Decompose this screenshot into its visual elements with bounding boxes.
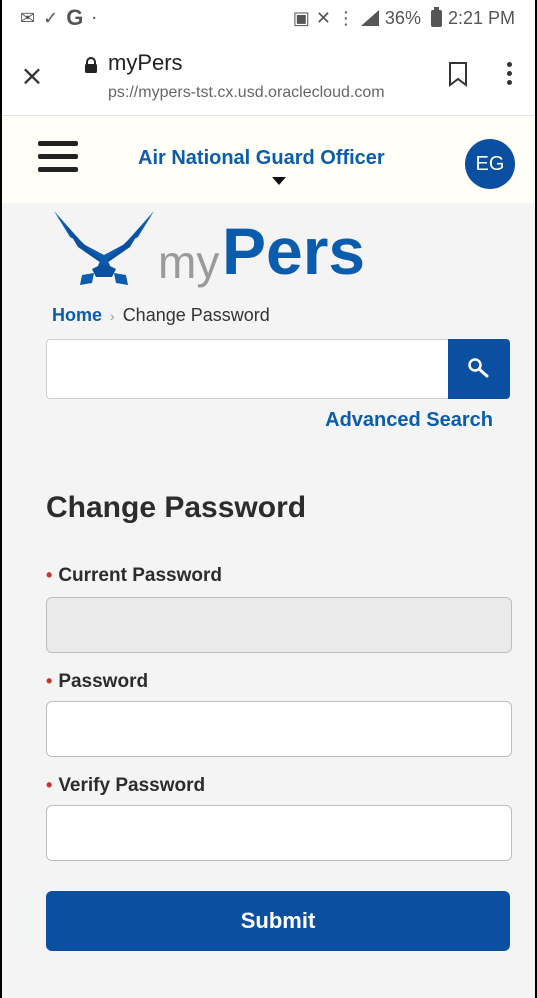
breadcrumb-current: Change Password [122, 305, 270, 325]
lock-screen-icon: ▣ [292, 7, 310, 29]
air-force-wings-icon [54, 211, 154, 285]
required-marker: • [46, 671, 53, 691]
verify-password-label: • Verify Password [46, 775, 205, 797]
page-title: Change Password [46, 491, 307, 524]
required-marker: • [46, 565, 53, 585]
avatar[interactable]: EG [465, 139, 515, 189]
google-icon: G [66, 5, 84, 30]
logo-text-my: my [158, 236, 220, 288]
status-time: 2:21 PM [447, 7, 515, 28]
mypers-logo[interactable]: my Pers [52, 207, 382, 293]
password-label-text: Password [58, 671, 149, 692]
lock-icon [85, 57, 97, 73]
battery-icon [430, 6, 442, 27]
close-icon[interactable]: × [16, 60, 48, 92]
hamburger-menu-icon[interactable] [38, 141, 78, 177]
search-button[interactable] [448, 339, 510, 399]
more-options-icon[interactable] [504, 62, 514, 88]
breadcrumb: Home › Change Password [52, 305, 270, 326]
logo-text-pers: Pers [222, 214, 366, 288]
current-password-label-text: Current Password [58, 565, 222, 586]
browser-page-title: myPers [108, 50, 183, 75]
breadcrumb-home-link[interactable]: Home [52, 305, 102, 326]
signal-icon [360, 10, 379, 26]
current-password-field[interactable] [46, 597, 512, 653]
status-left: ✉ ✓ G · [20, 5, 97, 31]
main-content: my Pers Home › Change Password Advanced … [2, 203, 535, 998]
search-input[interactable] [47, 340, 449, 398]
advanced-search-link[interactable]: Advanced Search [325, 409, 493, 432]
current-password-label: • Current Password [46, 565, 222, 587]
verify-password-label-text: Verify Password [58, 775, 206, 796]
search-box [46, 339, 510, 399]
required-marker: • [46, 775, 53, 795]
battery-percent: 36% [384, 7, 421, 28]
dot-icon: · [91, 7, 98, 29]
submit-button[interactable]: Submit [46, 891, 510, 951]
check-icon: ✓ [43, 7, 59, 29]
app-header: Air National Guard Officer EG [2, 117, 535, 203]
status-right: ▣ ✕ ⋮ 36% 2:21 PM [292, 6, 515, 29]
password-field[interactable] [46, 701, 512, 757]
verify-password-field[interactable] [46, 805, 512, 861]
phone-screen: ✉ ✓ G · ▣ ✕ ⋮ 36% 2:21 PM × myPers ps://… [0, 0, 537, 998]
search-icon [468, 358, 489, 378]
password-label: • Password [46, 671, 148, 693]
bookmark-icon[interactable] [446, 60, 470, 88]
browser-url[interactable]: ps://mypers-tst.cx.usd.oraclecloud.com [108, 84, 385, 102]
mute-icon: ✕ [315, 7, 331, 29]
caret-down-icon[interactable] [272, 177, 286, 185]
breadcrumb-separator: › [110, 307, 115, 324]
wifi-calling-icon: ⋮ [336, 7, 355, 29]
status-bar: ✉ ✓ G · ▣ ✕ ⋮ 36% 2:21 PM [2, 0, 535, 36]
role-selector[interactable]: Air National Guard Officer [138, 147, 385, 170]
browser-toolbar: × myPers ps://mypers-tst.cx.usd.oraclecl… [2, 36, 535, 116]
message-icon: ✉ [20, 7, 36, 29]
